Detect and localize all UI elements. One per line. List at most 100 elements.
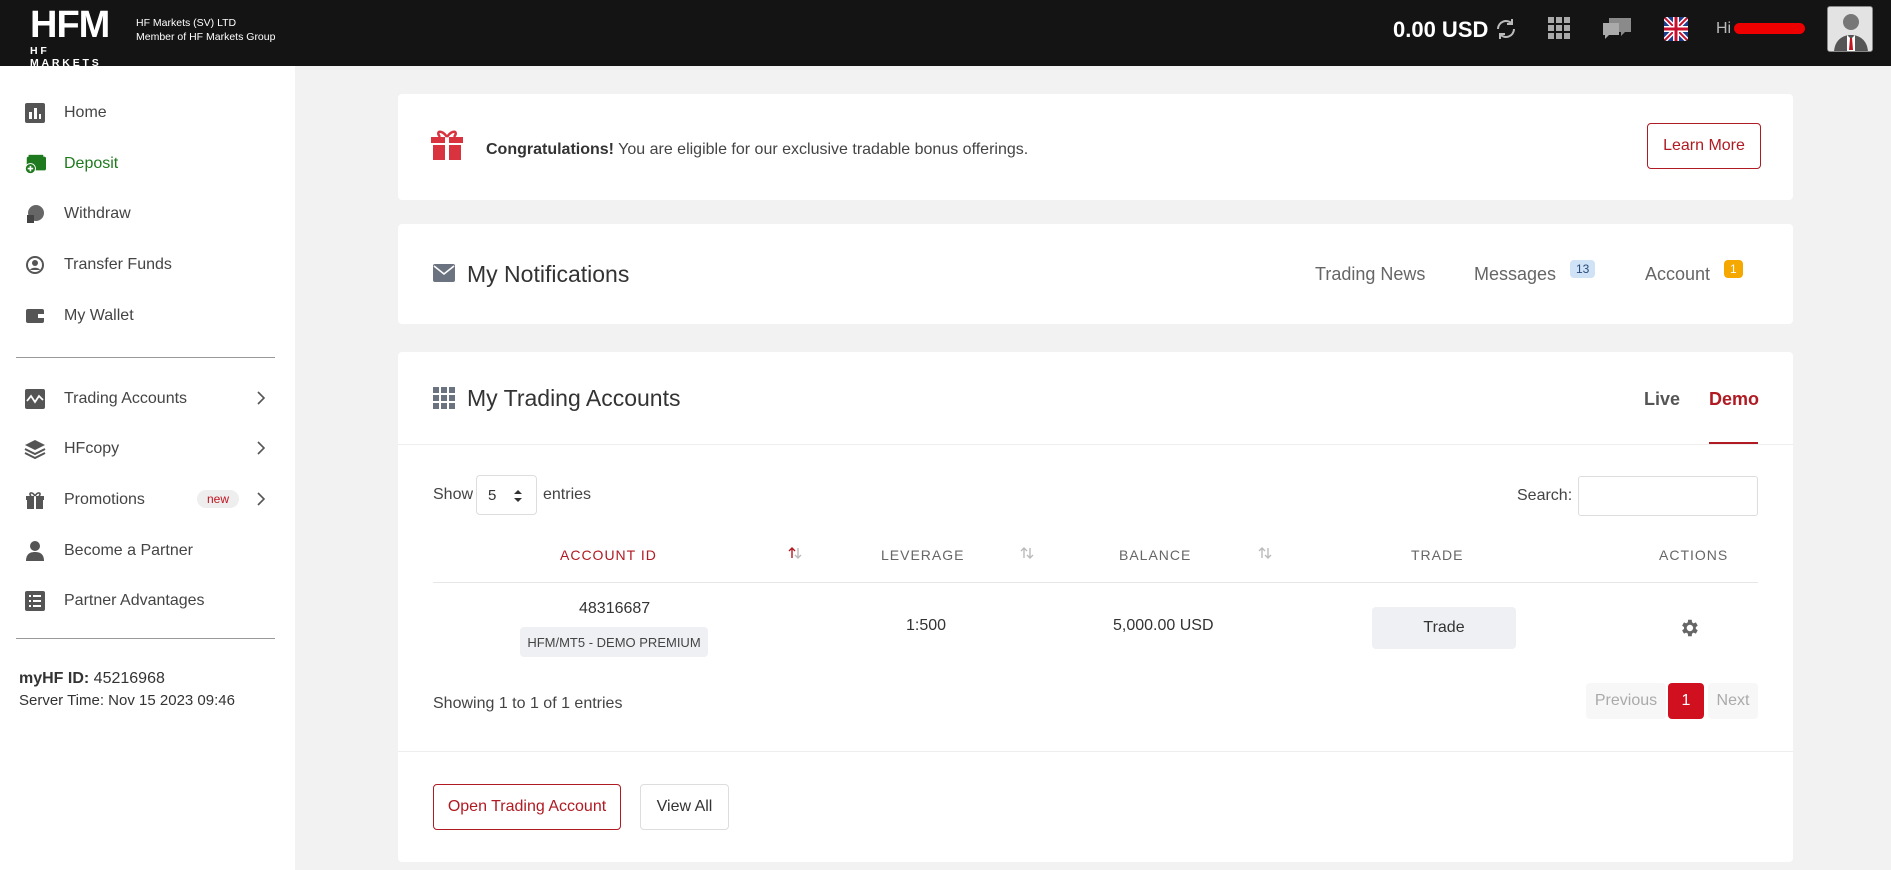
myhf-id-value: 45216968 — [89, 670, 165, 687]
tab-messages[interactable]: Messages — [1474, 264, 1556, 285]
sidebar-item-label: My Wallet — [64, 307, 134, 324]
refresh-icon[interactable] — [1494, 17, 1518, 41]
sidebar-item-home[interactable]: Home — [24, 98, 274, 128]
sidebar-item-hfcopy[interactable]: HFcopy — [24, 434, 274, 464]
gift-icon — [24, 489, 46, 511]
notifications-card: My Notifications Trading News Messages 1… — [398, 224, 1793, 324]
bonus-message-text: You are eligible for our exclusive trada… — [614, 141, 1029, 158]
sidebar-divider — [16, 357, 275, 358]
chevron-right-icon — [257, 441, 266, 455]
transfer-icon — [24, 254, 46, 276]
uk-flag-icon[interactable] — [1664, 17, 1688, 41]
show-label: Show — [433, 486, 474, 503]
pagination-page-1[interactable]: 1 — [1668, 683, 1704, 719]
search-input[interactable] — [1578, 476, 1758, 516]
sidebar: Home Deposit Withdraw Transfer Funds My … — [0, 66, 295, 870]
column-header-account-id[interactable]: ACCOUNT ID — [560, 547, 657, 563]
chart-bar-icon — [24, 102, 46, 124]
sidebar-item-promotions[interactable]: Promotions new — [24, 485, 274, 515]
sidebar-item-transfer-funds[interactable]: Transfer Funds — [24, 250, 274, 280]
pagination-previous[interactable]: Previous — [1586, 683, 1666, 719]
bonus-banner: Congratulations! You are eligible for ou… — [398, 94, 1793, 200]
trading-accounts-card: My Trading Accounts Live Demo Show 5 ent… — [398, 352, 1793, 862]
server-time: Server Time: Nov 15 2023 09:46 — [19, 692, 235, 709]
column-header-trade: TRADE — [1411, 547, 1464, 563]
sidebar-item-deposit[interactable]: Deposit — [24, 149, 274, 179]
trading-accounts-title: My Trading Accounts — [467, 385, 681, 411]
column-header-actions: ACTIONS — [1659, 547, 1729, 563]
sidebar-item-label: Deposit — [64, 155, 119, 172]
sort-asc-icon[interactable] — [788, 546, 802, 560]
person-avatar-icon — [1828, 7, 1872, 51]
tab-account[interactable]: Account — [1645, 264, 1710, 285]
sidebar-item-label: Partner Advantages — [64, 592, 205, 609]
chevron-right-icon — [257, 492, 266, 506]
entries-value: 5 — [488, 487, 497, 504]
grid-icon — [433, 387, 455, 409]
sidebar-item-my-wallet[interactable]: My Wallet — [24, 301, 274, 331]
myhf-id: myHF ID: 45216968 — [19, 670, 165, 688]
greeting: Hi — [1716, 20, 1732, 37]
sidebar-item-become-partner[interactable]: Become a Partner — [24, 536, 274, 566]
account-type-badge: HFM/MT5 - DEMO PREMIUM — [520, 627, 708, 657]
company-name: HF Markets (SV) LTD — [136, 17, 237, 29]
tab-trading-news[interactable]: Trading News — [1315, 264, 1425, 285]
sidebar-item-label: Promotions — [64, 491, 145, 508]
sidebar-divider — [16, 638, 275, 639]
table-header-divider — [433, 582, 1758, 583]
view-all-button[interactable]: View All — [640, 784, 729, 830]
gift-icon — [431, 130, 463, 160]
search-label: Search: — [1517, 487, 1573, 504]
chevron-right-icon — [257, 391, 266, 405]
sort-icon[interactable] — [1020, 546, 1034, 560]
company-group: Member of HF Markets Group — [136, 31, 276, 43]
bonus-message-bold: Congratulations! — [486, 141, 614, 158]
user-avatar[interactable] — [1827, 6, 1873, 52]
sidebar-item-trading-accounts[interactable]: Trading Accounts — [24, 384, 274, 414]
layers-icon — [24, 438, 46, 460]
apps-grid-icon[interactable] — [1548, 17, 1570, 39]
wallet-icon — [24, 305, 46, 327]
sidebar-item-label: Withdraw — [64, 205, 131, 222]
sidebar-item-withdraw[interactable]: Withdraw — [24, 199, 274, 229]
entries-select[interactable]: 5 — [476, 475, 537, 515]
tab-demo[interactable]: Demo — [1709, 389, 1759, 410]
chat-icon[interactable] — [1601, 16, 1633, 42]
learn-more-button[interactable]: Learn More — [1647, 123, 1761, 169]
sidebar-item-partner-advantages[interactable]: Partner Advantages — [24, 586, 274, 616]
column-header-balance[interactable]: BALANCE — [1119, 547, 1191, 563]
messages-count-badge: 13 — [1570, 260, 1596, 278]
sidebar-item-label: Trading Accounts — [64, 390, 188, 407]
pagination-next[interactable]: Next — [1708, 683, 1758, 719]
tab-live[interactable]: Live — [1644, 389, 1680, 410]
account-count-badge: 1 — [1724, 260, 1743, 278]
logo-text: HFM — [30, 4, 110, 46]
bonus-message: Congratulations! You are eligible for ou… — [486, 141, 1028, 159]
hfm-logo[interactable]: HFM HF MARKETS — [30, 4, 125, 69]
sidebar-item-label: Become a Partner — [64, 542, 193, 559]
redacted-username — [1734, 23, 1805, 34]
person-icon — [24, 540, 46, 562]
account-balance: 0.00 USD — [1393, 17, 1489, 42]
myhf-id-label: myHF ID: — [19, 670, 90, 687]
withdraw-icon — [24, 203, 46, 225]
sort-icon[interactable] — [1258, 546, 1272, 560]
open-trading-account-button[interactable]: Open Trading Account — [433, 784, 621, 830]
notifications-title: My Notifications — [467, 261, 630, 287]
mail-icon — [433, 264, 455, 282]
wallet-plus-icon — [24, 153, 46, 175]
balance-value: 5,000.00 USD — [1113, 617, 1214, 634]
list-icon — [24, 590, 46, 612]
company-info: HF Markets (SV) LTD Member of HF Markets… — [136, 16, 275, 44]
sidebar-item-label: Home — [64, 104, 107, 121]
new-badge: new — [197, 490, 240, 508]
card-divider — [398, 751, 1793, 752]
sidebar-item-label: HFcopy — [64, 440, 120, 457]
trade-button[interactable]: Trade — [1372, 607, 1516, 649]
account-id: 48316687 — [579, 600, 651, 617]
leverage-value: 1:500 — [906, 617, 947, 634]
top-bar: HFM HF MARKETS HF Markets (SV) LTD Membe… — [0, 0, 1891, 69]
gear-icon[interactable] — [1678, 617, 1700, 639]
entries-label: entries — [543, 486, 592, 503]
column-header-leverage[interactable]: LEVERAGE — [881, 547, 964, 563]
